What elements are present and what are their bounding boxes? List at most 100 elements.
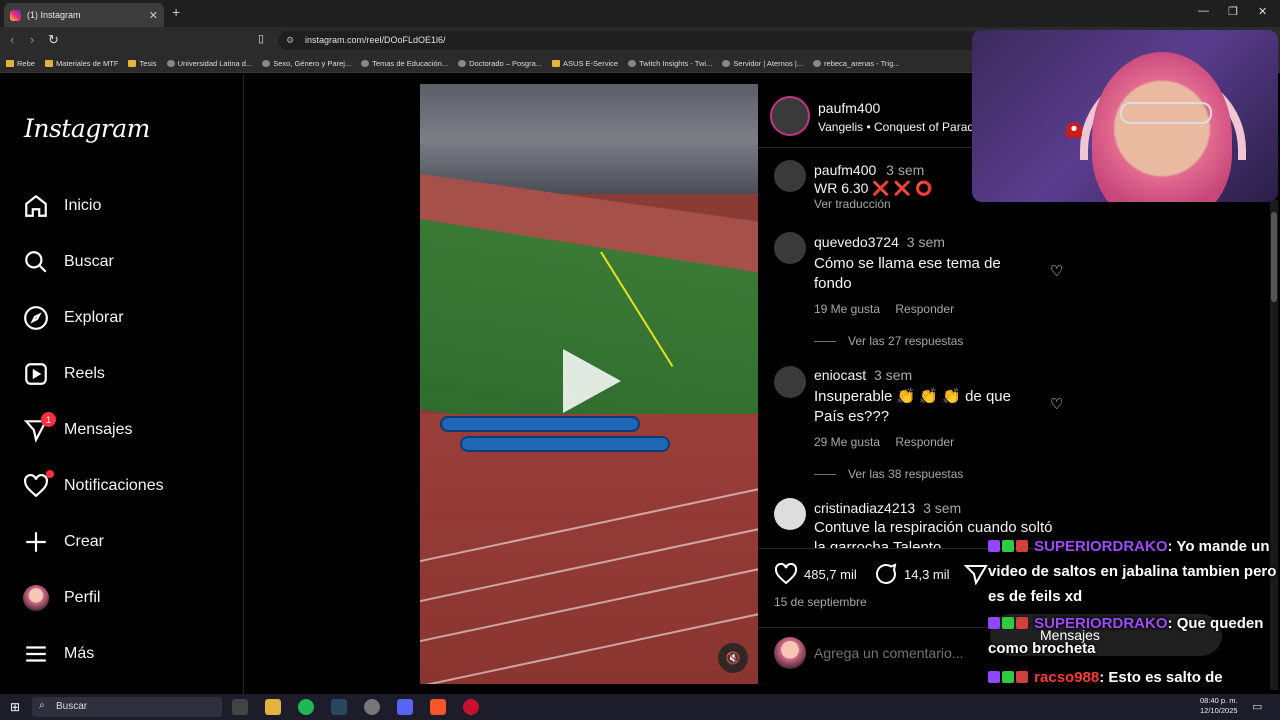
site-icon <box>722 59 731 67</box>
check-badge-icon <box>1002 617 1014 629</box>
commenter-avatar[interactable] <box>774 160 806 192</box>
comment-input[interactable] <box>814 641 1014 665</box>
bookmark-item[interactable]: Rebe <box>6 59 35 68</box>
folder-icon <box>44 59 53 67</box>
bookmark-item[interactable]: Twitch Insights - Twi... <box>628 59 712 68</box>
obs-icon[interactable] <box>364 699 380 715</box>
reload-icon[interactable]: ↻ <box>48 32 59 48</box>
heart-icon <box>22 470 54 500</box>
reply-button[interactable]: Responder <box>895 435 954 449</box>
task-view-icon[interactable] <box>232 699 248 715</box>
close-window-icon[interactable]: ✕ <box>1258 5 1267 18</box>
comment-button[interactable]: 14,3 mil <box>874 563 950 585</box>
browser-tab[interactable]: (1) Instagram ✕ <box>4 3 164 27</box>
check-badge-icon <box>1002 671 1014 683</box>
like-comment-heart-icon[interactable]: ♡ <box>1050 395 1063 413</box>
streamer-face <box>1092 52 1232 202</box>
muted-speaker-icon[interactable]: 🔇 <box>718 643 748 673</box>
bookmark-item[interactable]: rebeca_arenas - Trig... <box>813 59 900 68</box>
comment-time: 3 sem <box>886 162 925 178</box>
play-icon[interactable] <box>563 349 621 413</box>
bookmark-item[interactable]: Sexo, Género y Parej... <box>262 59 351 68</box>
notification-center-icon[interactable]: ▭ <box>1252 700 1262 713</box>
file-explorer-icon[interactable] <box>265 699 281 715</box>
system-clock[interactable]: 08:40 p. m. 12/10/2025 <box>1200 696 1238 716</box>
comment: eniocast 3 sem Insuperable 👏 👏 👏 de que … <box>814 367 1034 449</box>
comment-user[interactable]: eniocast <box>814 367 866 383</box>
view-replies[interactable]: Ver las 38 respuestas <box>814 467 963 481</box>
commenter-avatar[interactable] <box>774 232 806 264</box>
bookmark-item[interactable]: Servidor | Aternos |... <box>722 59 803 68</box>
new-tab-button[interactable]: + <box>172 4 180 20</box>
steam-icon[interactable] <box>331 699 347 715</box>
site-icon <box>166 59 175 67</box>
reel-video[interactable]: 🔇 <box>420 84 758 684</box>
bookmark-icon[interactable]: ▯ <box>258 32 264 45</box>
compass-icon <box>22 304 50 332</box>
bookmark-item[interactable]: Materiales de MTF <box>44 59 118 68</box>
bookmark-item[interactable]: ASUS E-Service <box>552 59 618 68</box>
instagram-favicon-icon <box>10 9 21 21</box>
share-button[interactable] <box>964 563 988 585</box>
instagram-sidebar: Instagram Inicio Buscar Explorar Reels 1… <box>0 74 244 694</box>
author-avatar[interactable] <box>770 96 810 136</box>
taskbar-search[interactable]: ⌕ Buscar <box>32 697 222 717</box>
audio-track[interactable]: Vangelis • Conquest of Parad <box>818 120 974 134</box>
comment-time: 3 sem <box>874 367 913 383</box>
bookmark-item[interactable]: Temas de Educación... <box>361 59 448 68</box>
forward-arrow-icon[interactable]: › <box>30 32 34 47</box>
bookmark-item[interactable]: Tesis <box>128 59 157 68</box>
sidebar-item-mensajes[interactable]: 1 Mensajes <box>22 412 132 446</box>
post-author[interactable]: paufm400 <box>818 100 880 116</box>
bookmark-item[interactable]: Doctorado – Posgra... <box>458 59 542 68</box>
mushroom-decoration-icon <box>1066 122 1082 138</box>
sidebar-item-reels[interactable]: Reels <box>22 358 105 390</box>
like-button[interactable]: 485,7 mil <box>774 563 857 585</box>
comment-likes[interactable]: 29 Me gusta <box>814 435 880 449</box>
windows-start-icon[interactable]: ⊞ <box>10 700 20 714</box>
discord-icon[interactable] <box>397 699 413 715</box>
minimize-icon[interactable]: — <box>1198 5 1209 17</box>
comment-user[interactable]: quevedo3724 <box>814 234 899 250</box>
notification-dot <box>46 470 54 478</box>
sidebar-item-inicio[interactable]: Inicio <box>22 190 101 222</box>
sidebar-item-perfil[interactable]: Perfil <box>22 582 100 614</box>
like-comment-heart-icon[interactable]: ♡ <box>1050 262 1063 280</box>
back-arrow-icon[interactable]: ‹ <box>10 32 14 47</box>
comment-count: 14,3 mil <box>904 566 950 582</box>
bookmark-item[interactable]: Universidad Latina d... <box>166 59 252 68</box>
sidebar-item-notificaciones[interactable]: Notificaciones <box>22 470 164 502</box>
sidebar-item-mas[interactable]: Más <box>22 638 94 670</box>
home-icon <box>22 192 50 220</box>
twitch-badge-icon <box>988 617 1000 629</box>
comment-user[interactable]: paufm400 <box>814 162 876 178</box>
comment-time: 3 sem <box>906 234 945 250</box>
spotify-icon[interactable] <box>298 699 314 715</box>
comment-time: 3 sem <box>923 500 962 516</box>
sidebar-item-buscar[interactable]: Buscar <box>22 246 114 278</box>
chat-message: SUPERIORDRAKO: Que queden como brocheta <box>988 611 1278 661</box>
share-paper-plane-icon <box>964 565 988 585</box>
commenter-avatar[interactable] <box>774 366 806 398</box>
sidebar-item-crear[interactable]: Crear <box>22 526 104 558</box>
search-icon <box>22 248 50 276</box>
browser-tab-bar: (1) Instagram ✕ + — ❐ ✕ <box>0 0 1280 27</box>
landing-mat <box>460 436 670 452</box>
restore-icon[interactable]: ❐ <box>1228 5 1238 18</box>
chat-nick: SUPERIORDRAKO <box>1034 615 1168 632</box>
see-translation-link[interactable]: Ver traducción <box>814 197 932 211</box>
sidebar-item-explorar[interactable]: Explorar <box>22 302 124 334</box>
url-bar[interactable]: ⚙ instagram.com/reel/DOoFLdOE1l6/ <box>278 31 978 50</box>
recorder-icon[interactable] <box>463 699 479 715</box>
instagram-logo[interactable]: Instagram <box>24 114 150 143</box>
site-info-icon[interactable]: ⚙ <box>286 35 294 46</box>
comment-user[interactable]: cristinadiaz4213 <box>814 500 915 516</box>
brave-browser-icon[interactable] <box>430 699 446 715</box>
reply-button[interactable]: Responder <box>895 302 954 316</box>
webcam-overlay <box>972 30 1278 202</box>
commenter-avatar[interactable] <box>774 498 806 530</box>
comment-likes[interactable]: 19 Me gusta <box>814 302 880 316</box>
chat-nick: racso988 <box>1034 669 1100 686</box>
view-replies[interactable]: Ver las 27 respuestas <box>814 334 963 348</box>
tab-close-icon[interactable]: ✕ <box>149 9 158 22</box>
